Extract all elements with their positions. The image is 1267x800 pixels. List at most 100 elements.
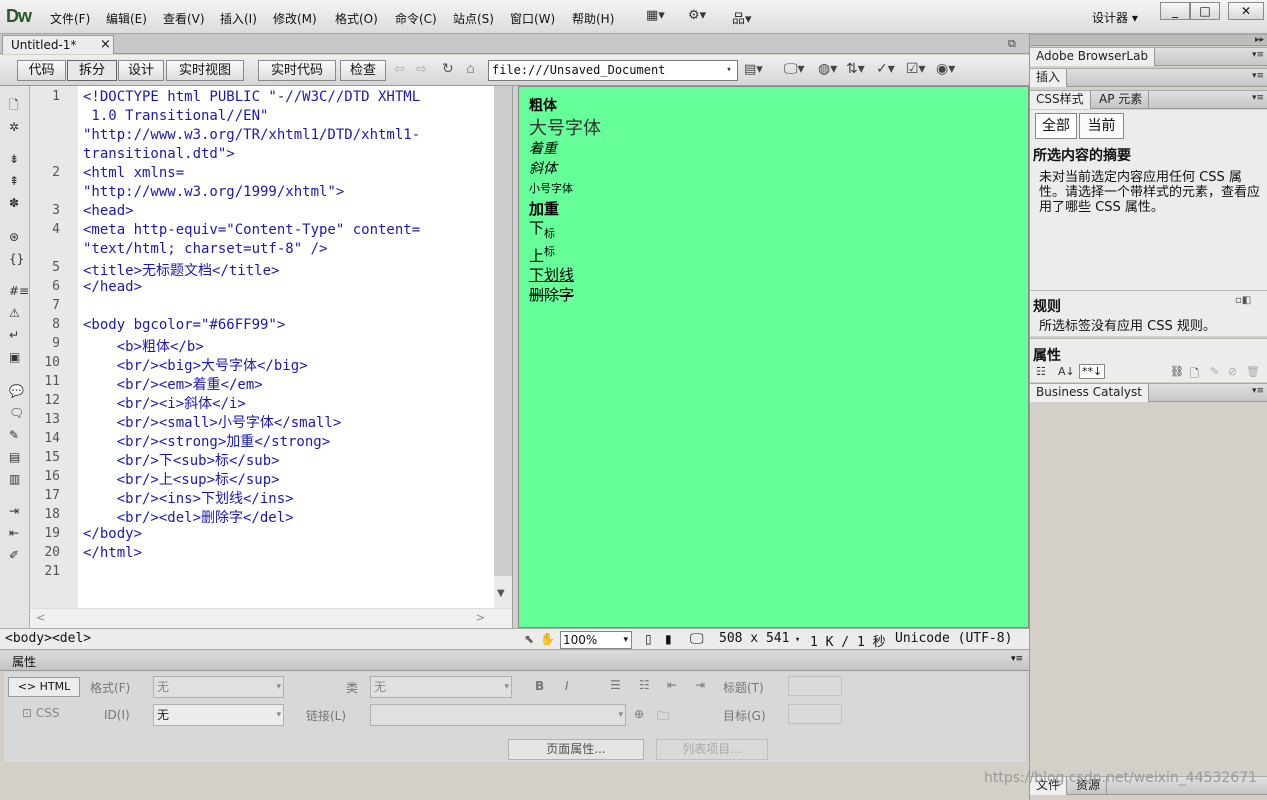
apply-comment-icon[interactable]: 💬 [9, 384, 24, 398]
document-tab[interactable]: Untitled-1* × [2, 35, 114, 54]
wrap-tag-icon[interactable]: ✎ [9, 428, 19, 442]
pointer-tool-icon[interactable]: ⬉ [524, 632, 534, 646]
zoom-dropdown-icon[interactable]: ▾ [623, 632, 628, 648]
zoom-select[interactable]: 100% ▾ [560, 631, 632, 649]
bc-menu-icon[interactable]: ▾≡ [1252, 386, 1264, 396]
highlight-invalid-icon[interactable]: ⚠ [9, 306, 20, 320]
attach-style-icon[interactable]: ⛓ [1170, 365, 1184, 378]
split-view-button[interactable]: 拆分 [67, 60, 117, 81]
insert-tab[interactable]: 插入 [1030, 69, 1068, 87]
ordered-list-icon[interactable]: ☷ [639, 678, 650, 692]
address-dropdown-icon[interactable]: ▾ [721, 61, 737, 80]
home-icon[interactable]: ⌂ [466, 61, 475, 77]
title-input[interactable] [788, 676, 842, 696]
code-line[interactable]: <title>无标题文档</title> [83, 260, 279, 280]
browserlab-tab[interactable]: Adobe BrowserLab [1030, 48, 1156, 66]
link-select[interactable]: ▾ [370, 704, 626, 726]
alpha-view-icon[interactable]: A↓ [1058, 365, 1075, 378]
expand-all-icon[interactable]: ✽ [9, 196, 19, 210]
insert-header[interactable]: 插入 ▾≡ [1030, 68, 1267, 87]
target-input[interactable] [788, 704, 842, 724]
css-panel-header[interactable]: CSS样式 AP 元素 ▾≡ [1030, 90, 1267, 109]
menu-commands[interactable]: 命令(C) [395, 10, 437, 27]
minimize-button[interactable]: _ [1160, 2, 1190, 20]
css-styles-tab[interactable]: CSS样式 [1030, 91, 1091, 109]
code-line[interactable]: <br/>下<sub>标</sub> [83, 450, 280, 470]
html-mode-button[interactable]: <> HTML [8, 677, 80, 697]
browser-compat-icon[interactable]: ☑▾ [906, 61, 926, 77]
menu-help[interactable]: 帮助(H) [572, 10, 614, 27]
code-line[interactable]: "text/html; charset=utf-8" /> [83, 241, 327, 257]
insert-menu-icon[interactable]: ▾≡ [1252, 71, 1264, 81]
back-icon[interactable]: ⇦ [394, 62, 405, 77]
business-catalyst-header[interactable]: Business Catalyst ▾≡ [1030, 383, 1267, 402]
code-line[interactable]: <br/>上<sup>标</sup> [83, 469, 280, 489]
code-view-button[interactable]: 代码 [17, 60, 66, 81]
format-source-icon[interactable]: ✐ [9, 548, 19, 562]
preview-browser-icon[interactable]: ◍▾ [818, 61, 837, 77]
class-select[interactable]: 无 ▾ [370, 676, 512, 698]
menu-format[interactable]: 格式(O) [335, 10, 378, 27]
code-line[interactable]: <br/><del>删除字</del> [83, 507, 294, 527]
menu-window[interactable]: 窗口(W) [510, 10, 555, 27]
code-line[interactable]: <!DOCTYPE html PUBLIC "-//W3C//DTD XHTML [83, 89, 420, 105]
list-item-button[interactable]: 列表项目... [656, 739, 768, 760]
code-line[interactable]: <head> [83, 203, 134, 219]
collapse-dock-icon[interactable]: ▸▸ [1255, 35, 1264, 45]
code-line[interactable]: "http://www.w3.org/TR/xhtml1/DTD/xhtml1- [83, 127, 420, 143]
business-catalyst-tab[interactable]: Business Catalyst [1030, 384, 1149, 402]
desktop-size-icon[interactable]: 🖵 [690, 631, 704, 647]
code-line[interactable]: <br/><em>着重</em> [83, 374, 263, 394]
visual-aids-icon[interactable]: ◉▾ [936, 61, 955, 77]
line-numbers-icon[interactable]: #≡ [9, 284, 29, 298]
code-line[interactable]: <body bgcolor="#66FF99"> [83, 317, 285, 333]
code-line[interactable]: <br/><small>小号字体</small> [83, 412, 342, 432]
show-code-navigator-icon[interactable]: ✲ [9, 120, 19, 134]
point-to-file-icon[interactable]: ⊕ [634, 707, 644, 721]
outdent-icon[interactable]: ⇤ [9, 526, 19, 540]
window-size[interactable]: 508 x 541 ▾ [719, 631, 800, 646]
current-mode-button[interactable]: 当前 [1079, 113, 1124, 139]
properties-panel-header[interactable]: 属性 ▾≡ [0, 651, 1029, 671]
ap-elements-tab[interactable]: AP 元素 [1093, 91, 1150, 109]
page-properties-button[interactable]: 页面属性... [508, 739, 644, 760]
code-line[interactable]: <br/><big>大号字体</big> [83, 355, 308, 375]
indent-icon[interactable]: ⇥ [9, 504, 19, 518]
menu-file[interactable]: 文件(F) [50, 10, 90, 27]
code-line[interactable]: <br/><strong>加重</strong> [83, 431, 330, 451]
code-line[interactable]: 1.0 Transitional//EN" [83, 108, 268, 124]
workspace-switcher[interactable]: 设计器 ▾ [1092, 9, 1138, 26]
code-line[interactable]: <html xmlns= [83, 165, 184, 181]
menu-modify[interactable]: 修改(M) [273, 10, 317, 27]
address-options-icon[interactable]: ▤▾ [744, 62, 763, 77]
refresh-icon[interactable]: ↻ [442, 61, 454, 77]
outdent-text-icon[interactable]: ⇤ [667, 678, 677, 692]
rules-view-icon[interactable]: ▫◧ [1235, 295, 1251, 306]
tag-selector[interactable]: <body><del> [5, 631, 91, 646]
new-rule-icon[interactable]: 🗋 [1190, 365, 1199, 384]
menu-edit[interactable]: 编辑(E) [106, 10, 147, 27]
all-mode-button[interactable]: 全部 [1035, 113, 1077, 139]
maximize-button[interactable]: □ [1190, 2, 1220, 20]
inspect-button[interactable]: 检查 [340, 60, 386, 81]
scroll-down-icon[interactable]: ▼ [497, 588, 505, 599]
phone-size-icon[interactable]: ▯ [645, 632, 652, 646]
code-scroll-thumb[interactable] [494, 86, 512, 576]
unordered-list-icon[interactable]: ☰ [610, 678, 621, 692]
browserlab-menu-icon[interactable]: ▾≡ [1252, 50, 1264, 60]
restore-doc-icon[interactable]: ⧉ [1008, 37, 1016, 51]
format-select[interactable]: 无 ▾ [153, 676, 284, 698]
menu-view[interactable]: 查看(V) [163, 10, 205, 27]
code-horizontal-scrollbar[interactable]: < > [30, 608, 512, 628]
delete-rule-icon[interactable]: 🗑 [1246, 365, 1260, 378]
code-line[interactable]: transitional.dtd"> [83, 146, 235, 162]
menu-site[interactable]: 站点(S) [453, 10, 494, 27]
address-bar[interactable]: file:///Unsaved_Document ▾ [488, 60, 738, 81]
collapse-tag-icon[interactable]: ⇟ [9, 152, 19, 166]
code-line[interactable]: <b>粗体</b> [83, 336, 204, 356]
layout-icon[interactable]: ▦▾ [646, 8, 665, 23]
balance-braces-icon[interactable]: {} [9, 252, 24, 266]
code-line[interactable]: </html> [83, 545, 142, 561]
code-line[interactable]: "http://www.w3.org/1999/xhtml"> [83, 184, 344, 200]
multiscreen-icon[interactable]: 🖵▾ [784, 61, 805, 77]
